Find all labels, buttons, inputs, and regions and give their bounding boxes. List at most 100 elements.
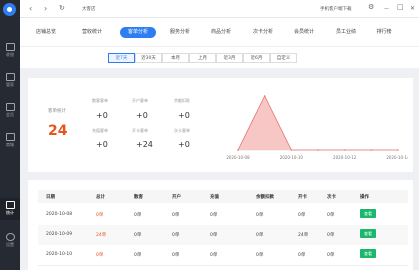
cash-register-icon: [5, 43, 15, 51]
data-point: [290, 149, 293, 151]
tab-store-overview[interactable]: 店铺总览: [30, 27, 62, 38]
column-header-open-account: 开户: [172, 195, 181, 200]
tab-member-stats[interactable]: 会员统计: [288, 27, 320, 38]
sidebar-item-cashier[interactable]: 收银: [0, 40, 20, 62]
view-button[interactable]: 查看: [360, 249, 376, 258]
times-card-orders-value: +0: [178, 140, 190, 149]
app-window: 收银 管家 会员 商城 统计 设置 ‹ › ↻ 大客店 手机客户端下载 ⚙ —: [0, 0, 419, 270]
cell-times-card: 0单: [327, 233, 335, 238]
sidebar-item-shop[interactable]: 商城: [0, 130, 20, 152]
sidebar: 收银 管家 会员 商城 统计 设置: [0, 0, 20, 270]
data-point: [343, 149, 346, 151]
open-account-orders-value: +0: [136, 111, 148, 120]
table-row: 2020-10-08 0单 0单 0单 0单 0单 0单 0单 查看: [38, 205, 408, 225]
cell-open-card: 24单: [298, 233, 309, 238]
title-bar: ‹ › ↻ 大客店 手机客户端下载 ⚙ — □ ✕: [20, 0, 419, 18]
cell-total: 0单: [96, 253, 104, 258]
refresh-icon[interactable]: ↻: [59, 4, 65, 13]
cell-walkin: 0单: [134, 233, 142, 238]
tab-product-analysis[interactable]: 商品分析: [206, 27, 236, 38]
sidebar-item-label: 商城: [6, 142, 14, 147]
cell-total: 0单: [96, 213, 104, 218]
view-button[interactable]: 查看: [360, 229, 376, 238]
column-header-recharge: 充值: [210, 195, 219, 200]
sidebar-item-statistics[interactable]: 统计: [0, 198, 20, 220]
column-header-times-card: 次卡: [327, 195, 336, 200]
column-header-open-card: 开卡: [298, 195, 307, 200]
close-icon[interactable]: ✕: [410, 5, 415, 12]
period-last-7-days[interactable]: 近7天: [108, 53, 135, 63]
table-divider: [38, 265, 408, 266]
summary-panel: 客单统计 24 散客客单 +0 开户客单 +0 余额扣款 +0 充值客单 +0 …: [28, 78, 413, 172]
sidebar-item-label: 会员: [6, 112, 14, 117]
period-last-3-months[interactable]: 近3月: [216, 53, 243, 63]
member-icon: [5, 103, 15, 111]
orders-table: 日期 总计 散客 开户 充值 余额扣款 开卡 次卡 操作 2020-10-08 …: [28, 180, 413, 270]
mobile-download-link[interactable]: 手机客户端下载: [320, 6, 352, 12]
period-last-30-days[interactable]: 近30天: [135, 53, 162, 63]
cell-times-card: 0单: [327, 253, 335, 258]
manager-icon: [5, 73, 15, 81]
sidebar-item-label: 管家: [6, 82, 14, 87]
column-header-action: 操作: [360, 195, 369, 200]
column-header-total: 总计: [96, 195, 105, 200]
column-header-date: 日期: [46, 195, 55, 200]
balance-deduct-label: 余额扣款: [174, 98, 190, 103]
period-last-month[interactable]: 上月: [189, 53, 216, 63]
cell-recharge: 0单: [210, 233, 218, 238]
gear-icon[interactable]: ⚙: [368, 3, 374, 11]
maximize-icon[interactable]: □: [397, 3, 404, 11]
cell-walkin: 0单: [134, 253, 142, 258]
sidebar-item-label: 设置: [6, 242, 14, 247]
tab-staff-performance[interactable]: 员工业绩: [330, 27, 362, 38]
data-point: [317, 149, 319, 151]
cell-balance-deduct: 0单: [256, 213, 264, 218]
view-button[interactable]: 查看: [360, 209, 376, 218]
sidebar-item-label: 收银: [6, 52, 14, 57]
cell-date: 2020-10-10: [46, 252, 73, 257]
walkin-orders-label: 散客客单: [92, 98, 108, 103]
table-row: 2020-10-09 24单 0单 0单 0单 0单 24单 0单 查看: [38, 225, 408, 245]
back-icon[interactable]: ‹: [29, 4, 32, 13]
cell-date: 2020-10-08: [46, 212, 73, 217]
settings-icon: [5, 233, 15, 241]
cell-open-account: 0单: [172, 213, 180, 218]
data-point: [397, 149, 399, 151]
walkin-orders-value: +0: [96, 111, 108, 120]
analysis-tabs: 店铺总览 营收统计 客单分析 服务分析 商品分析 次卡分析 会员统计 员工业绩 …: [20, 18, 419, 46]
period-this-month[interactable]: 本月: [162, 53, 189, 63]
sidebar-item-member[interactable]: 会员: [0, 100, 20, 122]
cell-recharge: 0单: [210, 253, 218, 258]
total-orders-label: 客单统计: [48, 109, 66, 114]
window-title: 大客店: [82, 7, 96, 12]
tab-service-analysis[interactable]: 服务分析: [165, 27, 195, 38]
period-last-6-months[interactable]: 近6月: [243, 53, 270, 63]
table-row: 2020-10-10 0单 0单 0单 0单 0单 0单 0单 查看: [38, 245, 408, 265]
recharge-orders-value: +0: [96, 140, 108, 149]
series-area: [238, 96, 398, 150]
table-header-row: 日期 总计 散客 开户 充值 余额扣款 开卡 次卡 操作: [38, 190, 408, 203]
column-header-balance-deduct: 余额扣款: [256, 195, 274, 200]
period-custom[interactable]: 自定义: [270, 53, 297, 63]
cell-balance-deduct: 0单: [256, 253, 264, 258]
period-selector: 近7天 近30天 本月 上月 近3月 近6月 自定义: [20, 46, 419, 68]
minimize-icon[interactable]: —: [384, 6, 389, 12]
cell-open-card: 0单: [298, 213, 306, 218]
tab-card-analysis[interactable]: 次卡分析: [248, 27, 278, 38]
cell-times-card: 0单: [327, 213, 335, 218]
tab-revenue[interactable]: 营收统计: [76, 27, 108, 38]
times-card-orders-label: 次卡客单: [174, 128, 190, 133]
sidebar-item-settings[interactable]: 设置: [0, 230, 20, 252]
sidebar-item-manager[interactable]: 管家: [0, 70, 20, 92]
data-point: [263, 95, 266, 97]
data-point: [237, 149, 239, 151]
tab-ranking[interactable]: 排行榜: [372, 27, 396, 38]
x-tick-label: 2020-10-12: [333, 155, 357, 160]
sidebar-item-label: 统计: [6, 210, 14, 215]
cell-open-account: 0单: [172, 233, 180, 238]
orders-area-chart: 2020-10-08 2020-10-10 2020-10-12 2020-10-14: [226, 95, 408, 160]
app-logo-icon: [3, 3, 16, 16]
tab-order-analysis[interactable]: 客单分析: [120, 27, 156, 38]
total-orders-value: 24: [48, 123, 68, 139]
forward-icon[interactable]: ›: [44, 4, 47, 13]
